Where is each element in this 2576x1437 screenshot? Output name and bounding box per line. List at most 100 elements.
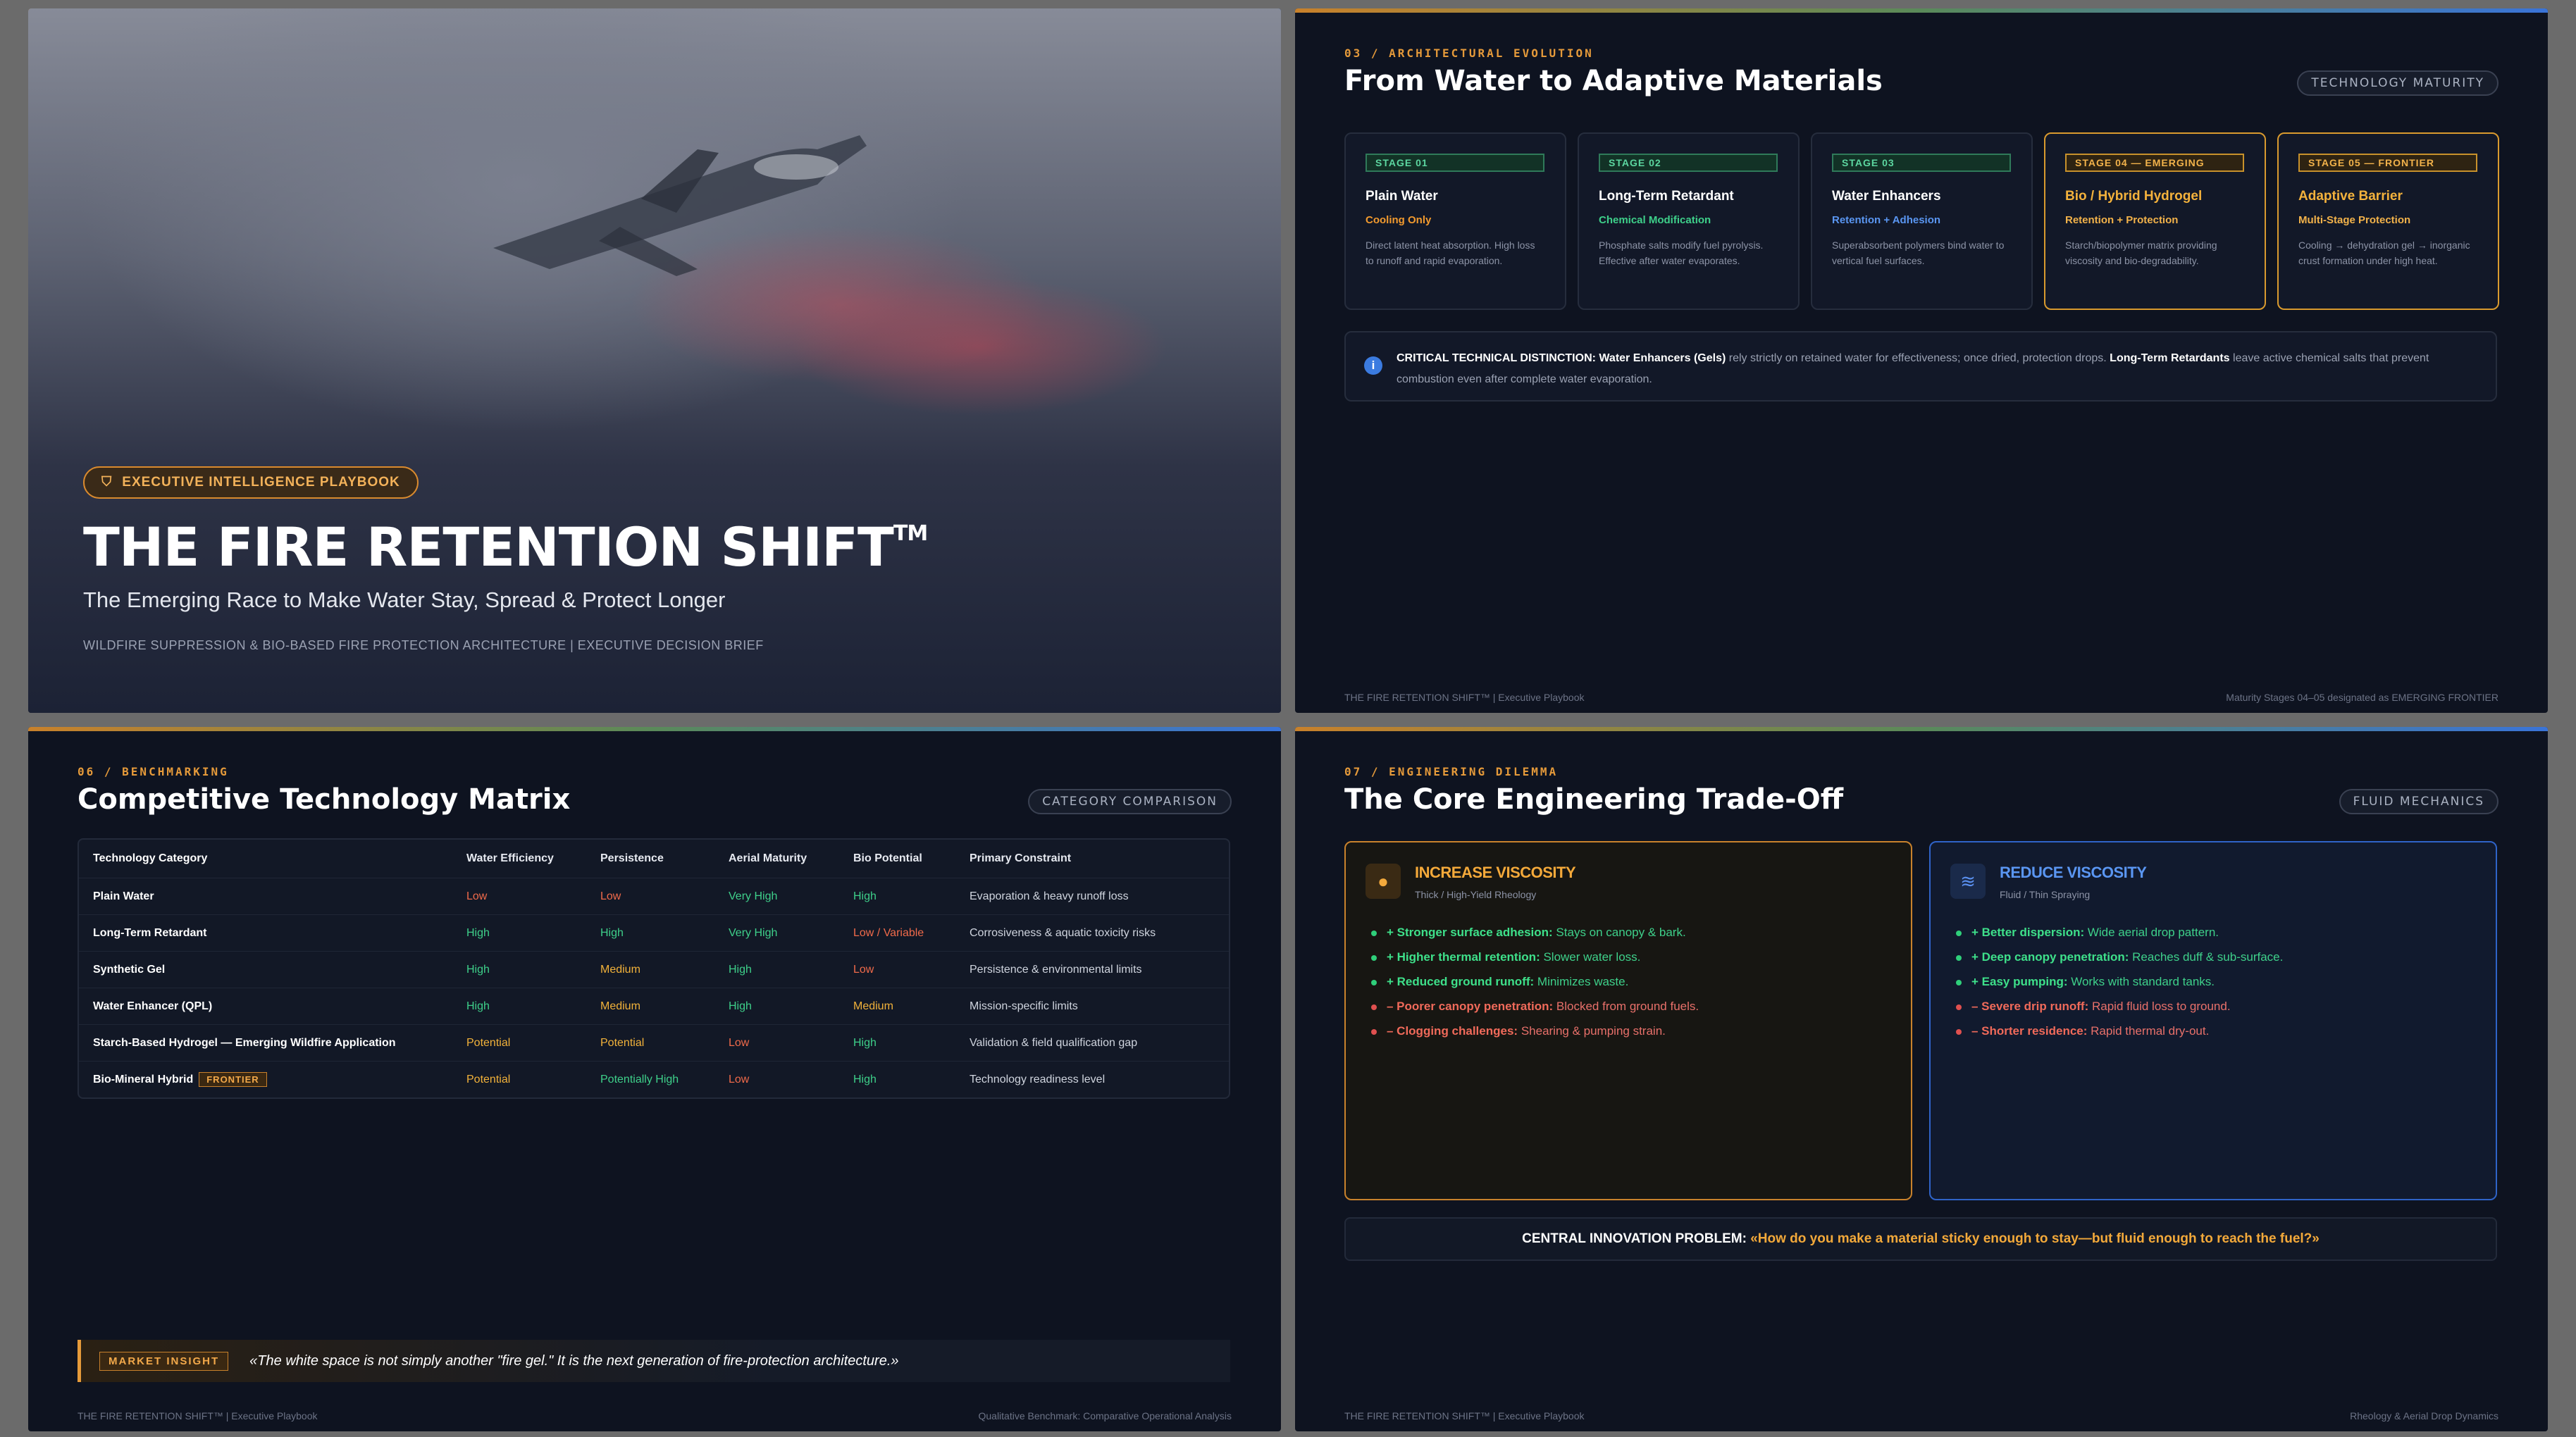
category-cell: Synthetic Gel: [93, 963, 166, 976]
tradeoff-item: – Severe drip runoff: Rapid fluid loss t…: [1956, 994, 2283, 1019]
footer-left: THE FIRE RETENTION SHIFT™ | Executive Pl…: [1344, 1410, 1585, 1422]
tradeoff-item: + Reduced ground runoff: Minimizes waste…: [1371, 969, 1699, 994]
stage-card: STAGE 03 Water Enhancers Retention + Adh…: [1811, 132, 2033, 310]
bio-potential-cell: Low: [853, 963, 874, 976]
table-row: Water Enhancer (QPL) High Medium High Me…: [79, 988, 1229, 1024]
footer-left: THE FIRE RETENTION SHIFT™ | Executive Pl…: [1344, 692, 1585, 703]
section-title: From Water to Adaptive Materials: [1344, 65, 1883, 97]
persistence-cell: Potential: [600, 1036, 645, 1049]
air-tanker-image: [493, 135, 867, 276]
column-header: Water Efficiency: [466, 852, 554, 864]
constraint-cell: Mission-specific limits: [970, 1000, 1078, 1012]
insight-label: MARKET INSIGHT: [99, 1351, 229, 1371]
stage-card: STAGE 01 Plain Water Cooling Only Direct…: [1344, 132, 1566, 310]
table-row: Plain Water Low Low Very High High Evapo…: [79, 878, 1229, 914]
bio-potential-cell: High: [853, 890, 877, 902]
playbook-badge: ⛉ EXECUTIVE INTELLIGENCE PLAYBOOK: [83, 466, 419, 499]
droplet-icon: ●: [1366, 864, 1401, 899]
section-eyebrow: 07 / ENGINEERING DILEMMA: [1344, 765, 1559, 778]
slide-engineering-dilemma[interactable]: 07 / ENGINEERING DILEMMA The Core Engine…: [1295, 727, 2548, 1431]
column-header: Technology Category: [93, 852, 208, 864]
tradeoff-item: – Shorter residence: Rapid thermal dry-o…: [1956, 1019, 2283, 1043]
water-efficiency-cell: High: [466, 963, 490, 976]
footer-left: THE FIRE RETENTION SHIFT™ | Executive Pl…: [78, 1410, 318, 1422]
increase-viscosity-card: ● INCREASE VISCOSITY Thick / High-Yield …: [1344, 841, 1912, 1200]
stage-name: Plain Water: [1366, 189, 1438, 204]
meta-line: WILDFIRE SUPPRESSION & BIO-BASED FIRE PR…: [83, 638, 764, 652]
stage-name: Adaptive Barrier: [2298, 189, 2403, 204]
bullet-icon: [1956, 1028, 1962, 1035]
footer-right: Rheology & Aerial Drop Dynamics: [2350, 1410, 2498, 1422]
bio-potential-cell: Medium: [853, 1000, 893, 1012]
footer-right: Maturity Stages 04–05 designated as EMER…: [2226, 692, 2498, 703]
column-header: Aerial Maturity: [729, 852, 807, 864]
bio-potential-cell: High: [853, 1036, 877, 1049]
card-title: INCREASE VISCOSITY: [1415, 864, 1576, 881]
bullet-icon: [1956, 954, 1962, 961]
section-eyebrow: 03 / ARCHITECTURAL EVOLUTION: [1344, 46, 1594, 60]
aerial-maturity-cell: Very High: [729, 890, 778, 902]
shield-icon: ⛉: [101, 475, 113, 490]
comparison-table: Technology Category Water Efficiency Per…: [78, 838, 1230, 1099]
slide-architectural-evolution[interactable]: 03 / ARCHITECTURAL EVOLUTION From Water …: [1295, 8, 2548, 713]
aerial-maturity-cell: High: [729, 1000, 752, 1012]
table-row: Synthetic Gel High Medium High Low Persi…: [79, 951, 1229, 988]
category-pill: TECHNOLOGY MATURITY: [2297, 70, 2498, 96]
bullet-icon: [1371, 1028, 1377, 1035]
bullet-icon: [1371, 1004, 1377, 1010]
stage-subtitle: Cooling Only: [1366, 214, 1432, 226]
category-pill: CATEGORY COMPARISON: [1028, 789, 1232, 814]
constraint-cell: Evaporation & heavy runoff loss: [970, 890, 1129, 902]
slide-title[interactable]: ⛉ EXECUTIVE INTELLIGENCE PLAYBOOK THE FI…: [28, 8, 1281, 713]
stage-tag: STAGE 02: [1599, 154, 1778, 172]
stage-description: Phosphate salts modify fuel pyrolysis. E…: [1599, 240, 1764, 266]
market-insight: MARKET INSIGHT «The white space is not s…: [78, 1340, 1230, 1382]
category-cell: Starch-Based Hydrogel — Emerging Wildfir…: [93, 1036, 396, 1049]
tradeoff-list: + Stronger surface adhesion: Stays on ca…: [1371, 920, 1699, 1043]
stage-subtitle: Retention + Adhesion: [1832, 214, 1941, 226]
tradeoff-item: + Stronger surface adhesion: Stays on ca…: [1371, 920, 1699, 945]
aerial-maturity-cell: Low: [729, 1036, 750, 1049]
category-cell: Long-Term Retardant: [93, 926, 207, 939]
page-title: THE FIRE RETENTION SHIFTTM: [83, 516, 928, 578]
tradeoff-item: + Deep canopy penetration: Reaches duff …: [1956, 945, 2283, 969]
water-efficiency-cell: Potential: [466, 1036, 511, 1049]
insight-quote: «The white space is not simply another "…: [249, 1352, 899, 1369]
stage-tag: STAGE 04 — EMERGING: [2065, 154, 2244, 172]
stage-card: STAGE 04 — EMERGING Bio / Hybrid Hydroge…: [2044, 132, 2266, 310]
water-efficiency-cell: Low: [466, 890, 488, 902]
table-row: Long-Term Retardant High High Very High …: [79, 914, 1229, 951]
tradeoff-list: + Better dispersion: Wide aerial drop pa…: [1956, 920, 2283, 1043]
tradeoff-item: + Better dispersion: Wide aerial drop pa…: [1956, 920, 2283, 945]
card-subtitle: Fluid / Thin Spraying: [2000, 889, 2091, 900]
stage-card: STAGE 05 — FRONTIER Adaptive Barrier Mul…: [2277, 132, 2499, 310]
section-eyebrow: 06 / BENCHMARKING: [78, 765, 229, 778]
stage-tag: STAGE 05 — FRONTIER: [2298, 154, 2477, 172]
stage-name: Long-Term Retardant: [1599, 189, 1734, 204]
constraint-cell: Technology readiness level: [970, 1073, 1106, 1085]
persistence-cell: High: [600, 926, 624, 939]
bullet-icon: [1956, 1004, 1962, 1010]
flow-icon: ≋: [1950, 864, 1986, 899]
stage-name: Water Enhancers: [1832, 189, 1941, 204]
distinction-callout: i CRITICAL TECHNICAL DISTINCTION: Water …: [1344, 331, 2497, 402]
category-cell: Bio-Mineral Hybrid FRONTIER: [79, 1072, 466, 1087]
bullet-icon: [1956, 930, 1962, 936]
column-header: Bio Potential: [853, 852, 922, 864]
tradeoff-item: – Clogging challenges: Shearing & pumpin…: [1371, 1019, 1699, 1043]
bio-potential-cell: Low / Variable: [853, 926, 924, 939]
bullet-icon: [1371, 954, 1377, 961]
frontier-badge: FRONTIER: [199, 1072, 267, 1087]
stage-tag: STAGE 01: [1366, 154, 1544, 172]
slide-benchmarking[interactable]: 06 / BENCHMARKING Competitive Technology…: [28, 727, 1281, 1431]
stage-subtitle: Multi-Stage Protection: [2298, 214, 2411, 226]
trademark: TM: [893, 521, 928, 546]
bullet-icon: [1371, 930, 1377, 936]
water-efficiency-cell: High: [466, 1000, 490, 1012]
stage-name: Bio / Hybrid Hydrogel: [2065, 189, 2203, 204]
category-cell: Water Enhancer (QPL): [93, 1000, 213, 1012]
persistence-cell: Medium: [600, 1000, 640, 1012]
reduce-viscosity-card: ≋ REDUCE VISCOSITY Fluid / Thin Spraying…: [1929, 841, 2497, 1200]
tradeoff-item: + Higher thermal retention: Slower water…: [1371, 945, 1699, 969]
stage-description: Superabsorbent polymers bind water to ve…: [1832, 240, 2005, 266]
